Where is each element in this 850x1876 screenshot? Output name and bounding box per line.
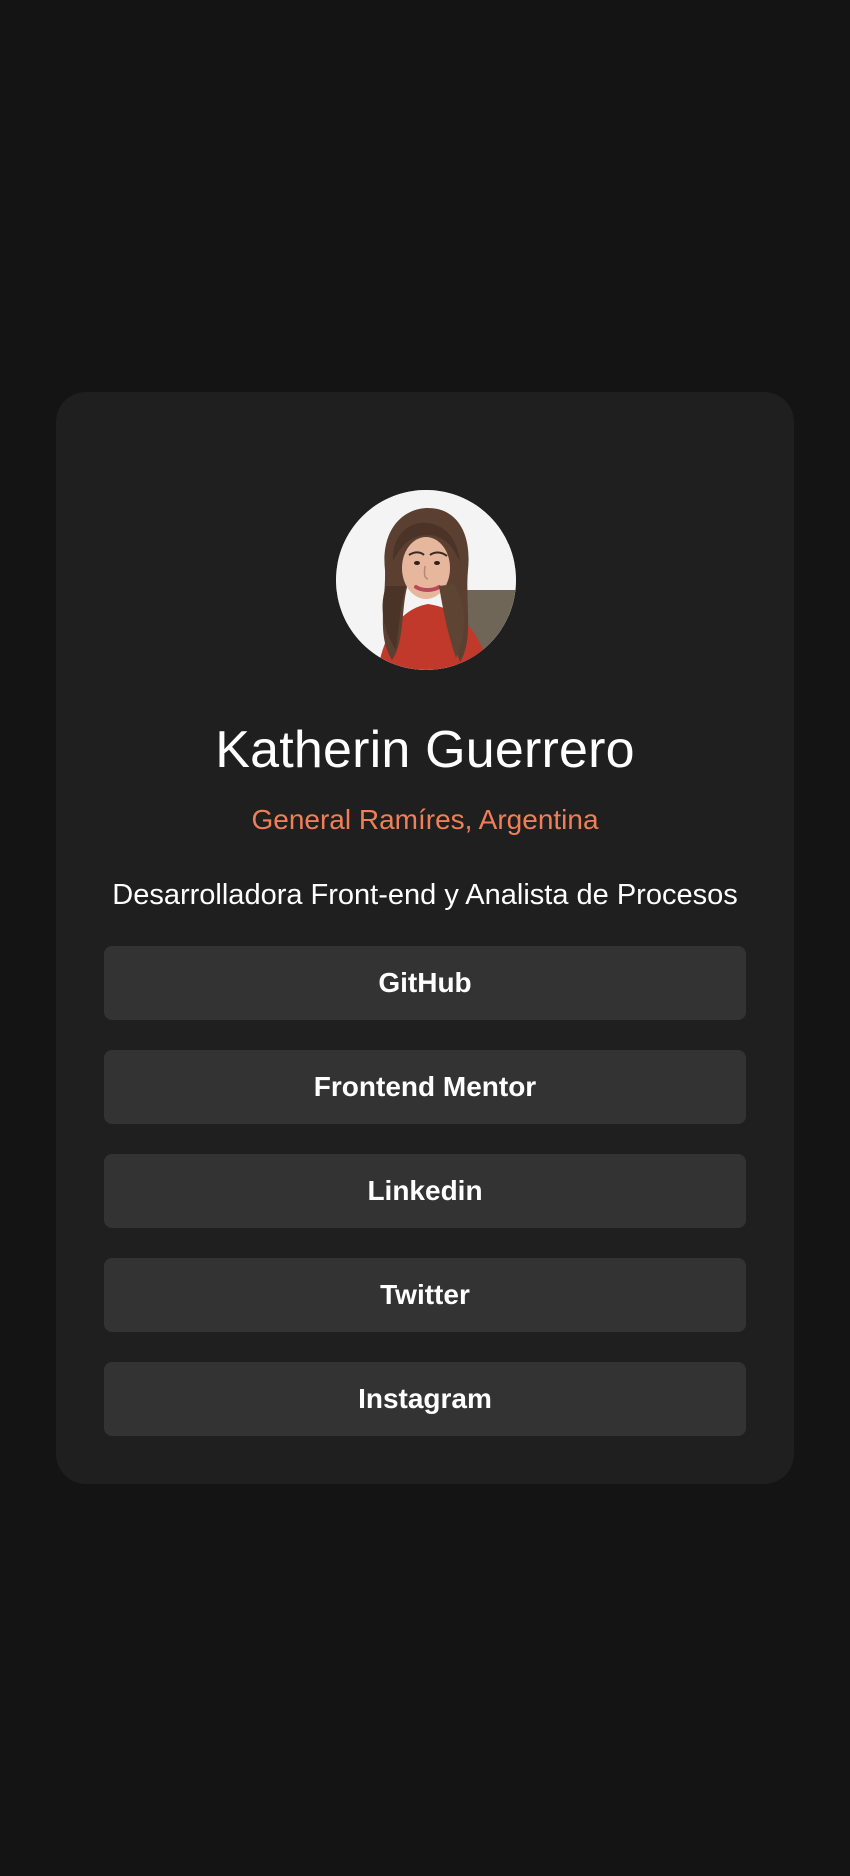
github-link-button[interactable]: GitHub xyxy=(104,946,746,1020)
profile-name: Katherin Guerrero xyxy=(215,721,635,779)
profile-card: Katherin Guerrero General Ramíres, Argen… xyxy=(56,392,794,1484)
linkedin-link-button[interactable]: Linkedin xyxy=(104,1154,746,1228)
avatar xyxy=(336,490,516,670)
instagram-link-button[interactable]: Instagram xyxy=(104,1362,746,1436)
twitter-link-button[interactable]: Twitter xyxy=(104,1258,746,1332)
social-links: GitHub Frontend Mentor Linkedin Twitter … xyxy=(104,946,746,1436)
profile-photo xyxy=(336,490,516,670)
frontend-mentor-link-button[interactable]: Frontend Mentor xyxy=(104,1050,746,1124)
profile-bio: Desarrolladora Front-end y Analista de P… xyxy=(112,879,738,911)
profile-location: General Ramíres, Argentina xyxy=(251,804,599,835)
